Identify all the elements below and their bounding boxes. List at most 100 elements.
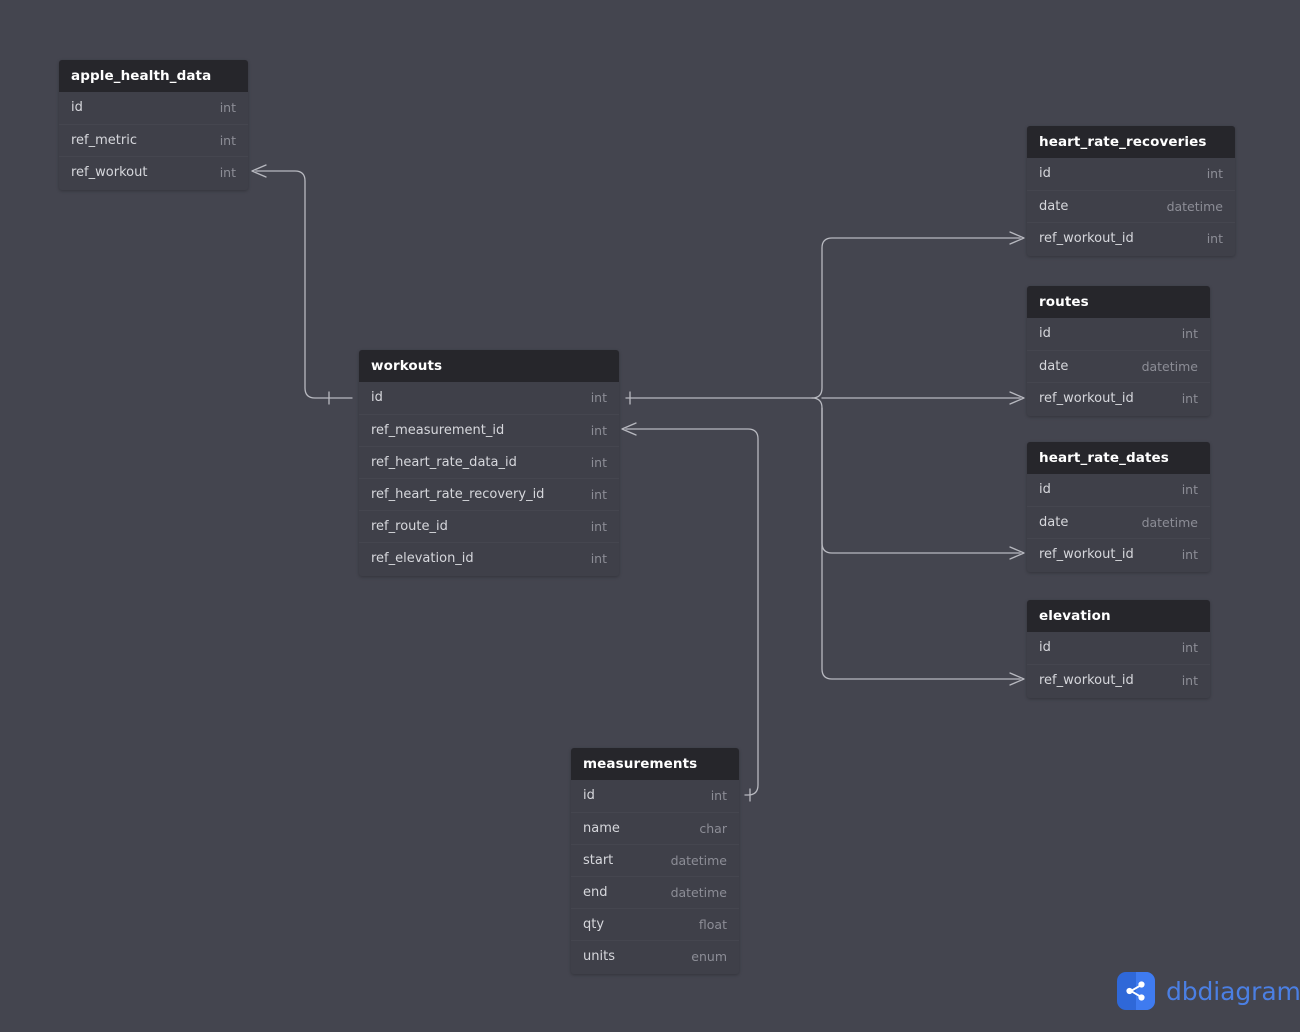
field-name: ref_elevation_id [371, 550, 474, 566]
field-type: enum [691, 948, 727, 964]
edge-workouts-to-heart-rate-dates [811, 397, 1021, 554]
field-type: int [590, 486, 607, 502]
field-type: int [1181, 640, 1198, 655]
table-fields: id int ref_metric int ref_workout int [59, 92, 248, 190]
field-row[interactable]: start datetime [571, 844, 739, 876]
field-row[interactable]: name char [571, 812, 739, 844]
edge-apple-health-to-workouts [255, 170, 353, 399]
field-name: units [583, 948, 615, 964]
field-name: id [1039, 482, 1051, 497]
field-name: start [583, 852, 614, 868]
field-type: datetime [1141, 358, 1198, 374]
field-type: int [590, 454, 607, 470]
field-row[interactable]: ref_route_id int [359, 510, 619, 542]
field-row[interactable]: ref_workout int [59, 156, 248, 188]
field-type: int [1181, 482, 1198, 497]
field-name: ref_heart_rate_data_id [371, 454, 517, 470]
field-name: date [1039, 358, 1069, 374]
field-type: datetime [670, 852, 727, 868]
field-name: date [1039, 198, 1069, 214]
dbdiagram-brand[interactable]: dbdiagram.io [1117, 972, 1300, 1010]
field-name: id [1039, 166, 1051, 181]
field-type: int [590, 550, 607, 566]
table-title[interactable]: workouts [359, 350, 619, 382]
field-row[interactable]: ref_workout_id int [1027, 222, 1235, 254]
field-row[interactable]: date datetime [1027, 190, 1235, 222]
field-type: datetime [1141, 514, 1198, 530]
field-type: int [710, 788, 727, 803]
field-type: datetime [1166, 198, 1223, 214]
table-fields: id int date datetime ref_workout_id int [1027, 318, 1210, 416]
field-type: int [1206, 230, 1223, 246]
table-fields: id int date datetime ref_workout_id int [1027, 474, 1210, 572]
field-name: ref_measurement_id [371, 422, 505, 438]
field-row[interactable]: ref_workout_id int [1027, 538, 1210, 570]
field-row[interactable]: qty float [571, 908, 739, 940]
table-fields: id int date datetime ref_workout_id int [1027, 158, 1235, 256]
field-name: id [1039, 326, 1051, 341]
table-title[interactable]: apple_health_data [59, 60, 248, 92]
field-name: ref_workout_id [1039, 230, 1134, 246]
field-type: float [698, 916, 727, 932]
field-row[interactable]: date datetime [1027, 350, 1210, 382]
field-type: int [590, 518, 607, 534]
field-row[interactable]: ref_workout_id int [1027, 664, 1210, 696]
field-name: id [71, 100, 83, 115]
field-name: ref_route_id [371, 518, 448, 534]
table-title[interactable]: heart_rate_dates [1027, 442, 1210, 474]
marker-many-routes [1009, 391, 1025, 405]
field-row[interactable]: ref_heart_rate_data_id int [359, 446, 619, 478]
field-type: int [1181, 546, 1198, 562]
field-row[interactable]: id int [571, 780, 739, 812]
field-row[interactable]: ref_measurement_id int [359, 414, 619, 446]
field-row[interactable]: ref_heart_rate_recovery_id int [359, 478, 619, 510]
field-type: int [590, 422, 607, 438]
field-row[interactable]: end datetime [571, 876, 739, 908]
field-name: qty [583, 916, 605, 932]
table-measurements[interactable]: measurements id int name char start datetime en… [571, 748, 739, 974]
edge-workouts-to-measurements [625, 428, 759, 796]
field-row[interactable]: id int [1027, 632, 1210, 664]
field-row[interactable]: ref_workout_id int [1027, 382, 1210, 414]
field-name: ref_workout_id [1039, 672, 1134, 688]
field-row[interactable]: id int [1027, 318, 1210, 350]
field-type: int [590, 390, 607, 405]
table-fields: id int ref_workout_id int [1027, 632, 1210, 698]
table-workouts[interactable]: workouts id int ref_measurement_id int ref_he… [359, 350, 619, 576]
field-row[interactable]: ref_metric int [59, 124, 248, 156]
field-type: int [1206, 166, 1223, 181]
field-row[interactable]: id int [59, 92, 248, 124]
diagram-canvas[interactable]: apple_health_data id int ref_metric int ref_w… [0, 0, 1300, 1032]
field-type: int [1181, 672, 1198, 688]
table-title[interactable]: heart_rate_recoveries [1027, 126, 1235, 158]
table-fields: id int ref_measurement_id int ref_heart_rate… [359, 382, 619, 576]
field-type: char [699, 820, 727, 836]
share-network-icon [1117, 972, 1155, 1010]
field-type: int [219, 132, 236, 148]
field-row[interactable]: date datetime [1027, 506, 1210, 538]
field-name: ref_heart_rate_recovery_id [371, 486, 545, 502]
field-row[interactable]: ref_elevation_id int [359, 542, 619, 574]
field-row[interactable]: id int [1027, 474, 1210, 506]
table-heart_rate_recoveries[interactable]: heart_rate_recoveriesid int date datetime re… [1027, 126, 1235, 256]
table-title[interactable]: routes [1027, 286, 1210, 318]
field-row[interactable]: units enum [571, 940, 739, 972]
table-fields: id int name char start datetime end datetime qty… [571, 780, 739, 974]
field-row[interactable]: id int [1027, 158, 1235, 190]
field-name: ref_workout_id [1039, 390, 1134, 406]
table-title[interactable]: elevation [1027, 600, 1210, 632]
marker-many-elevation [1009, 672, 1025, 686]
field-row[interactable]: id int [359, 382, 619, 414]
table-apple_health_data[interactable]: apple_health_data id int ref_metric int ref_w… [59, 60, 248, 190]
field-type: int [1181, 390, 1198, 406]
field-name: date [1039, 514, 1069, 530]
table-routes[interactable]: routes id int date datetime ref_workout_id int [1027, 286, 1210, 416]
edge-workouts-to-elevation [821, 407, 1021, 680]
table-heart_rate_dates[interactable]: heart_rate_datesid int date datetime ref_wor… [1027, 442, 1210, 572]
marker-many-workouts-measurement [621, 422, 637, 436]
field-name: id [371, 390, 383, 405]
table-title[interactable]: measurements [571, 748, 739, 780]
marker-many-heart-rate-dates [1009, 546, 1025, 560]
field-name: id [1039, 640, 1051, 655]
table-elevation[interactable]: elevation id int ref_workout_id int [1027, 600, 1210, 698]
